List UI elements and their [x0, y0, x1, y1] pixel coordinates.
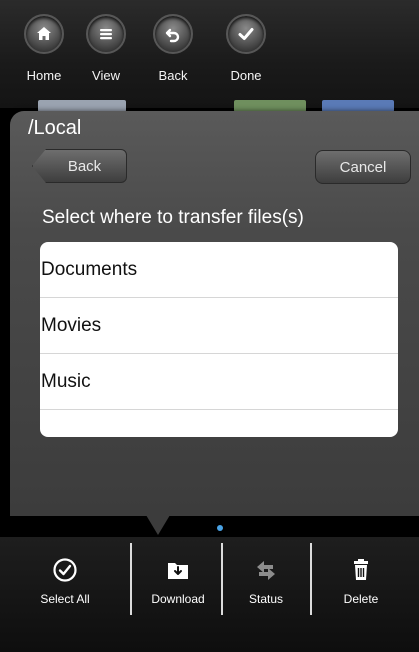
top-toolbar: Home View Back Done — [0, 0, 419, 108]
back-toolbar-button[interactable]: Back — [143, 14, 203, 94]
view-button[interactable]: View — [76, 14, 136, 94]
popover-pointer — [140, 505, 176, 535]
delete-button[interactable]: Delete — [317, 557, 405, 627]
checkmark-icon — [226, 14, 266, 54]
done-label: Done — [230, 68, 262, 83]
select-all-icon — [53, 558, 77, 582]
select-all-label: Select All — [40, 592, 90, 606]
list-item-empty — [40, 410, 398, 437]
status-label: Status — [248, 592, 284, 606]
page-indicator — [217, 525, 223, 531]
download-button[interactable]: Download — [134, 557, 222, 627]
select-all-button[interactable]: Select All — [21, 557, 109, 627]
home-icon — [24, 14, 64, 54]
cancel-button[interactable]: Cancel — [315, 150, 411, 184]
trash-icon — [354, 559, 368, 580]
undo-icon — [153, 14, 193, 54]
status-button[interactable]: Status — [222, 557, 310, 627]
download-icon — [168, 563, 188, 579]
transfer-panel: /Local Back Cancel Select where to trans… — [10, 111, 419, 516]
back-button[interactable]: Back — [32, 149, 127, 183]
back-toolbar-label: Back — [158, 68, 188, 83]
delete-label: Delete — [343, 592, 379, 606]
toolbar-separator — [310, 543, 312, 615]
download-label: Download — [151, 592, 205, 606]
status-icon — [257, 561, 275, 580]
view-label: View — [92, 68, 120, 83]
bottom-toolbar: Select All Download Status Delete — [0, 537, 419, 652]
home-label: Home — [26, 68, 62, 83]
list-icon — [86, 14, 126, 54]
done-button[interactable]: Done — [216, 14, 276, 94]
folder-list: Documents Movies Music — [40, 242, 398, 437]
home-button[interactable]: Home — [14, 14, 74, 94]
list-item-music[interactable]: Music — [40, 354, 398, 410]
list-item-documents[interactable]: Documents — [40, 242, 398, 298]
prompt-text: Select where to transfer files(s) — [42, 207, 304, 228]
list-item-movies[interactable]: Movies — [40, 298, 398, 354]
toolbar-separator — [130, 543, 132, 615]
current-path: /Local — [28, 117, 82, 139]
